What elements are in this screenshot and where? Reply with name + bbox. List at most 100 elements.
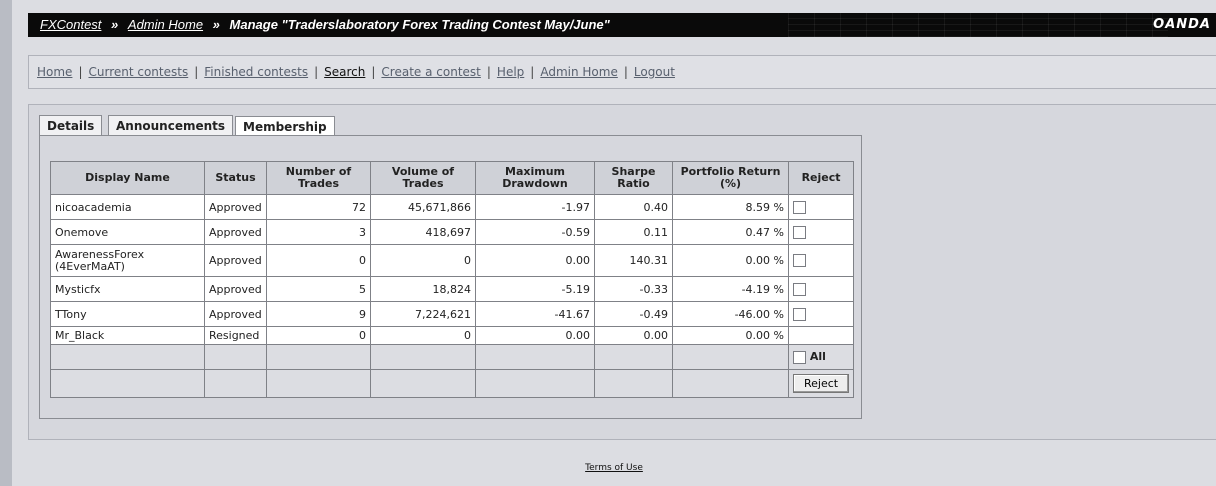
column-header-maximum-drawdown: Maximum Drawdown [475, 161, 595, 195]
cell-reject [787, 326, 855, 345]
breadcrumb-separator: » [212, 17, 220, 32]
cell-number-of-trades: 0 [266, 244, 371, 277]
page: FXContest » Admin Home » Manage "Traders… [12, 0, 1216, 486]
tab-details[interactable]: Details [39, 115, 103, 136]
column-header-status: Status [204, 161, 267, 195]
table-row-actions: Reject [50, 369, 855, 398]
select-all-label: All [809, 350, 826, 364]
table-row: Mr_Black Resigned 0 0 0.00 0.00 0.00 % [50, 326, 855, 345]
table-row: nicoacademia Approved 72 45,671,866 -1.9… [50, 194, 855, 220]
nav-separator: | [78, 65, 83, 79]
cell-display-name: Onemove [50, 219, 205, 245]
cell-portfolio-return: 8.59 % [672, 194, 789, 220]
nav-create-contest-link[interactable]: Create a contest [381, 65, 480, 79]
nav-search-link[interactable]: Search [324, 65, 365, 79]
select-all-checkbox[interactable] [793, 350, 806, 364]
nav-finished-contests-link[interactable]: Finished contests [204, 65, 308, 79]
breadcrumb-current-page: Manage "Traderslaboratory Forex Trading … [229, 17, 610, 32]
cell-portfolio-return: 0.00 % [672, 326, 789, 345]
breadcrumb: FXContest » Admin Home » Manage "Traders… [40, 13, 610, 37]
reject-checkbox[interactable] [793, 307, 806, 321]
cell-reject [787, 194, 855, 220]
reject-checkbox[interactable] [793, 200, 806, 214]
cell-reject-button: Reject [787, 369, 855, 398]
cell-sharpe-ratio: -0.33 [594, 276, 673, 302]
cell-maximum-drawdown: 0.00 [475, 244, 595, 277]
cell-volume-of-trades: 0 [370, 244, 476, 277]
reject-checkbox[interactable] [793, 225, 806, 239]
cell-display-name: Mysticfx [50, 276, 205, 302]
table-row: Mysticfx Approved 5 18,824 -5.19 -0.33 -… [50, 276, 855, 302]
cell-portfolio-return: 0.47 % [672, 219, 789, 245]
cell-volume-of-trades: 7,224,621 [370, 301, 476, 327]
content-area: Details Announcements Membership Display… [28, 104, 1216, 440]
title-bar-grid-pattern [788, 13, 1168, 37]
nav-current-contests-link[interactable]: Current contests [88, 65, 188, 79]
reject-checkbox[interactable] [793, 254, 806, 268]
reject-button[interactable]: Reject [793, 374, 850, 393]
cell-number-of-trades: 72 [266, 194, 371, 220]
cell-maximum-drawdown: -5.19 [475, 276, 595, 302]
cell-display-name: Mr_Black [50, 326, 205, 345]
breadcrumb-separator: » [111, 17, 119, 32]
column-header-volume-of-trades: Volume of Trades [370, 161, 476, 195]
cell-volume-of-trades: 18,824 [370, 276, 476, 302]
cell-status: Approved [204, 276, 267, 302]
nav-separator: | [371, 65, 376, 79]
nav-separator: | [194, 65, 199, 79]
table-row: Onemove Approved 3 418,697 -0.59 0.11 0.… [50, 219, 855, 245]
cell-status: Approved [204, 194, 267, 220]
cell-portfolio-return: -46.00 % [672, 301, 789, 327]
cell-reject [787, 276, 855, 302]
cell-status: Resigned [204, 326, 267, 345]
terms-of-use-link[interactable]: Terms of Use [585, 463, 643, 473]
column-header-number-of-trades: Number of Trades [266, 161, 371, 195]
cell-maximum-drawdown: -1.97 [475, 194, 595, 220]
cell-status: Approved [204, 244, 267, 277]
cell-maximum-drawdown: -41.67 [475, 301, 595, 327]
nav-admin-home-link[interactable]: Admin Home [540, 65, 618, 79]
title-bar: FXContest » Admin Home » Manage "Traders… [28, 13, 1216, 37]
oanda-logo: OANDA [1153, 17, 1211, 32]
nav-logout-link[interactable]: Logout [634, 65, 675, 79]
column-header-portfolio-return: Portfolio Return (%) [672, 161, 789, 195]
cell-sharpe-ratio: 140.31 [594, 244, 673, 277]
cell-select-all: All [787, 344, 855, 370]
table-row: TTony Approved 9 7,224,621 -41.67 -0.49 … [50, 301, 855, 327]
nav-separator: | [530, 65, 535, 79]
cell-display-name: nicoacademia [50, 194, 205, 220]
nav-home-link[interactable]: Home [37, 65, 72, 79]
cell-reject [787, 301, 855, 327]
cell-status: Approved [204, 301, 267, 327]
cell-status: Approved [204, 219, 267, 245]
column-header-reject: Reject [787, 161, 855, 195]
cell-sharpe-ratio: 0.40 [594, 194, 673, 220]
nav-separator: | [314, 65, 319, 79]
cell-display-name: TTony [50, 301, 205, 327]
cell-sharpe-ratio: -0.49 [594, 301, 673, 327]
nav-separator: | [623, 65, 628, 79]
cell-portfolio-return: -4.19 % [672, 276, 789, 302]
breadcrumb-admin-home-link[interactable]: Admin Home [128, 17, 203, 32]
cell-number-of-trades: 3 [266, 219, 371, 245]
cell-maximum-drawdown: 0.00 [475, 326, 595, 345]
cell-number-of-trades: 0 [266, 326, 371, 345]
column-header-display-name: Display Name [50, 161, 205, 195]
cell-number-of-trades: 9 [266, 301, 371, 327]
nav-separator: | [486, 65, 491, 79]
cell-sharpe-ratio: 0.00 [594, 326, 673, 345]
nav-help-link[interactable]: Help [497, 65, 524, 79]
breadcrumb-fxcontest-link[interactable]: FXContest [40, 17, 101, 32]
cell-number-of-trades: 5 [266, 276, 371, 302]
cell-display-name: AwarenessForex (4EverMaAT) [50, 244, 205, 277]
cell-maximum-drawdown: -0.59 [475, 219, 595, 245]
cell-volume-of-trades: 0 [370, 326, 476, 345]
tab-announcements[interactable]: Announcements [108, 115, 234, 136]
cell-portfolio-return: 0.00 % [672, 244, 789, 277]
table-row-select-all: All [50, 344, 855, 370]
reject-checkbox[interactable] [793, 282, 806, 296]
footer: Terms of Use [12, 463, 1216, 473]
cell-volume-of-trades: 45,671,866 [370, 194, 476, 220]
membership-table: Display Name Status Number of Trades Vol… [50, 161, 855, 398]
membership-panel: Display Name Status Number of Trades Vol… [39, 135, 862, 419]
